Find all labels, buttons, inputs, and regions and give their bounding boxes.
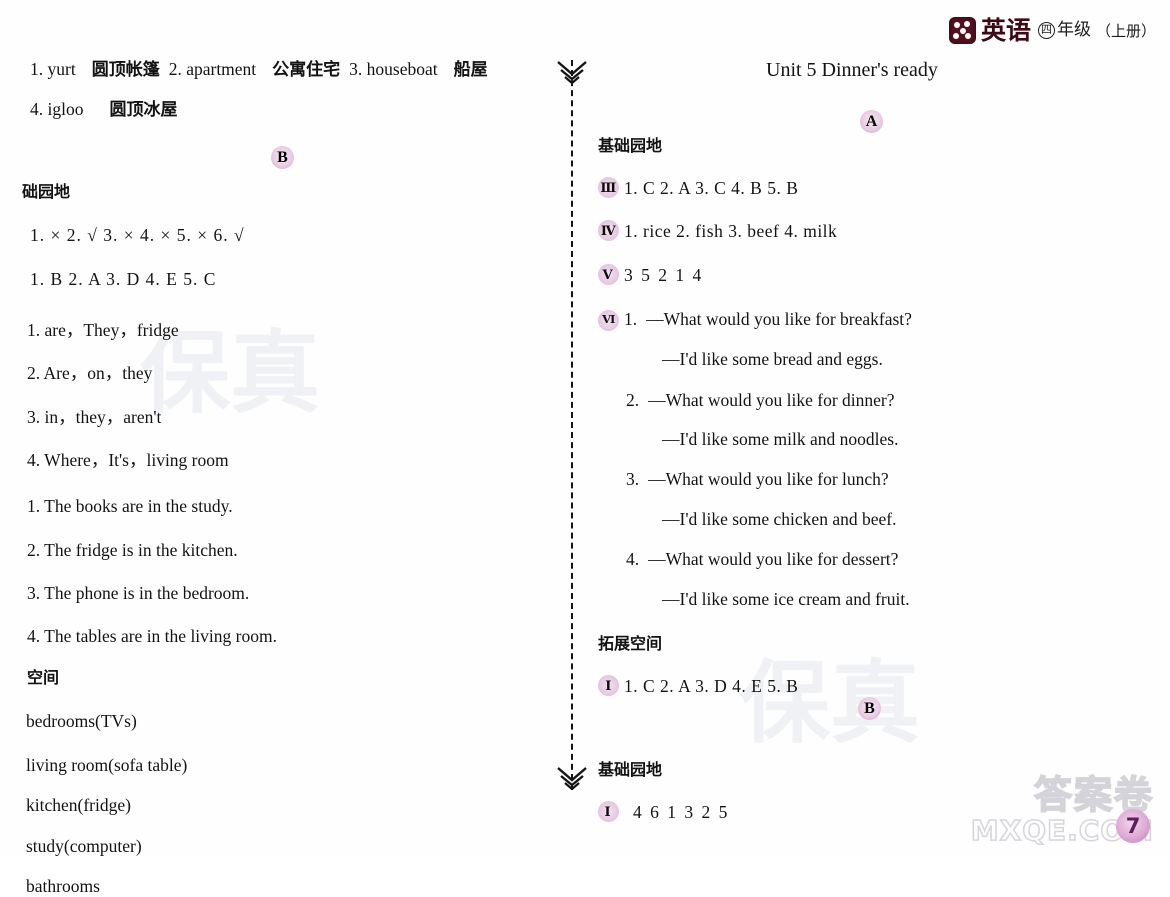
exercise-4-answers: 1. rice 2. fish 3. beef 4. milk — [624, 221, 838, 242]
vocab-2-word: 2. apartment — [168, 59, 257, 79]
room-item-1: bedrooms(TVs) — [26, 711, 137, 732]
space-heading: 空间 — [27, 667, 60, 687]
exercise-6-item-2-number: 2. — [626, 389, 640, 410]
sentence-answer-1: 1. The books are in the study. — [27, 496, 233, 517]
sentence-answer-2: 2. The fridge is in the kitchen. — [27, 539, 238, 560]
scissors-chevron-top-icon — [556, 60, 588, 86]
exercise-6-item-3-number: 3. — [626, 469, 640, 490]
roman-numeral-3-marker: Ⅲ — [598, 177, 619, 199]
term-label: （上册） — [1095, 21, 1156, 40]
exercise-6-item-4-answer: —I'd like some ice cream and fruit. — [662, 588, 910, 609]
dice-icon — [948, 16, 976, 44]
vocab-line-1: 1. yurt 圆顶帐篷 2. apartment 公寓住宅 3. houseboat 船… — [0, 58, 525, 82]
exercise-5-answers: 3 5 2 1 4 — [624, 264, 704, 285]
roman-numeral-4-marker: Ⅳ — [598, 220, 619, 242]
page-number-badge: 7 — [1116, 809, 1150, 843]
subject-label: 英语 — [980, 15, 1031, 45]
exercise-6-item-2-question: 2. —What would you like for dinner? — [588, 389, 1148, 411]
section-badge-a-right: A — [860, 110, 883, 133]
room-item-3: kitchen(fridge) — [26, 795, 131, 816]
exercise-6-item-1-number: 1. — [624, 309, 638, 330]
matching-answers: 1. B 2. A 3. D 4. E 5. C — [30, 269, 217, 290]
exercise-4-row: Ⅳ 1. rice 2. fish 3. beef 4. milk — [588, 220, 1148, 242]
basic-2-exercise-answers: 4 6 1 3 2 5 — [633, 802, 730, 823]
grade-text: 年级 — [1056, 19, 1091, 40]
extend-exercise-answers: 1. C 2. A 3. D 4. E 5. B — [624, 676, 799, 697]
fill-blank-2: 2. Are，on，they — [27, 363, 153, 384]
roman-numeral-1-marker-basic: Ⅰ — [598, 801, 619, 823]
extend-exercise-row: Ⅰ 1. C 2. A 3. D 4. E 5. B — [588, 675, 1148, 697]
exercise-6-item-2-answer: —I'd like some milk and noodles. — [662, 429, 899, 450]
exercise-6-item-3-answer: —I'd like some chicken and beef. — [662, 508, 897, 529]
vocab-2-translation: 公寓住宅 — [272, 60, 341, 80]
unit-title: Unit 5 Dinner's ready — [766, 59, 938, 81]
sentence-answer-3: 3. The phone is in the bedroom. — [27, 583, 250, 604]
exercise-6-item-1-answer: —I'd like some bread and eggs. — [662, 349, 883, 370]
exercise-6-item-4-question: 4. —What would you like for dessert? — [588, 548, 1148, 570]
sentence-answer-4: 4. The tables are in the living room. — [27, 626, 277, 647]
grade-circle: 四 — [1037, 21, 1055, 39]
exercise-5-row: Ⅴ3 5 2 1 4 — [588, 263, 1148, 286]
vocab-4-word: 4. igloo — [30, 98, 84, 119]
exercise-6-item-4-q: —What would you like for dessert? — [648, 549, 899, 570]
true-false-answers: 1. × 2. √ 3. × 4. × 5. × 6. √ — [30, 224, 245, 245]
exercise-6-item-4-number: 4. — [626, 549, 640, 570]
grade-label: 四年级 — [1037, 19, 1091, 40]
vocab-1-translation: 圆顶帐篷 — [91, 60, 160, 80]
exercise-3-row: Ⅲ 1. C 2. A 3. C 4. B 5. B — [588, 177, 1148, 199]
left-section-heading: 础园地 — [22, 181, 71, 201]
right-column: Unit 5 Dinner's ready A 基础园地 Ⅲ 1. C 2. A … — [588, 58, 1148, 823]
exercise-6-item-1-q: —What would you like for breakfast? — [646, 309, 912, 330]
room-item-2: living room(sofa table) — [26, 754, 188, 775]
fill-blank-3: 3. in，they，aren't — [27, 406, 162, 427]
cut-line-divider — [571, 60, 575, 790]
answer-key-page: 英语 四年级 （上册） 保真 保真 1. yurt 圆顶帐篷 2. apartmen… — [0, 0, 1170, 896]
vocab-1-word: 1. yurt — [30, 59, 76, 79]
basic-heading-1: 基础园地 — [598, 135, 663, 155]
scissors-chevron-bottom-icon — [556, 764, 588, 791]
roman-numeral-6-marker: Ⅵ — [598, 310, 619, 332]
exercise-6-item-2-q: —What would you like for dinner? — [648, 389, 895, 410]
roman-numeral-1-marker-extend: Ⅰ — [598, 675, 619, 697]
fill-blank-4: 4. Where，It's，living room — [27, 449, 229, 470]
exercise-6-item-3-question: 3. —What would you like for lunch? — [588, 468, 1148, 490]
fill-blank-1: 1. are，They，fridge — [27, 319, 179, 340]
exercise-3-answers: 1. C 2. A 3. C 4. B 5. B — [624, 178, 799, 199]
exercise-6-item-1-question: Ⅵ 1. —What would you like for breakfast? — [588, 308, 1148, 332]
vocab-3-translation: 船屋 — [453, 60, 488, 80]
vocab-line-2: 4. igloo 圆顶冰屋 — [0, 98, 525, 122]
extend-heading: 拓展空间 — [598, 633, 663, 653]
section-badge-b-right: B — [858, 697, 881, 720]
room-item-4: study(computer) — [26, 835, 142, 856]
section-badge-b-left: B — [271, 146, 294, 169]
vocab-4-translation: 圆顶冰屋 — [109, 99, 178, 120]
basic-2-exercise-row: Ⅰ 4 6 1 3 2 5 — [588, 801, 1148, 823]
roman-numeral-5-marker: Ⅴ — [598, 263, 619, 285]
exercise-6-item-3-q: —What would you like for lunch? — [648, 469, 889, 490]
vocab-3-word: 3. houseboat — [349, 59, 438, 79]
brand-header: 英语 四年级 （上册） — [948, 10, 1156, 50]
left-column: 1. yurt 圆顶帐篷 2. apartment 公寓住宅 3. houseboat 船… — [0, 58, 525, 896]
basic-heading-2: 基础园地 — [598, 759, 663, 779]
room-item-5: bathrooms — [26, 875, 100, 896]
